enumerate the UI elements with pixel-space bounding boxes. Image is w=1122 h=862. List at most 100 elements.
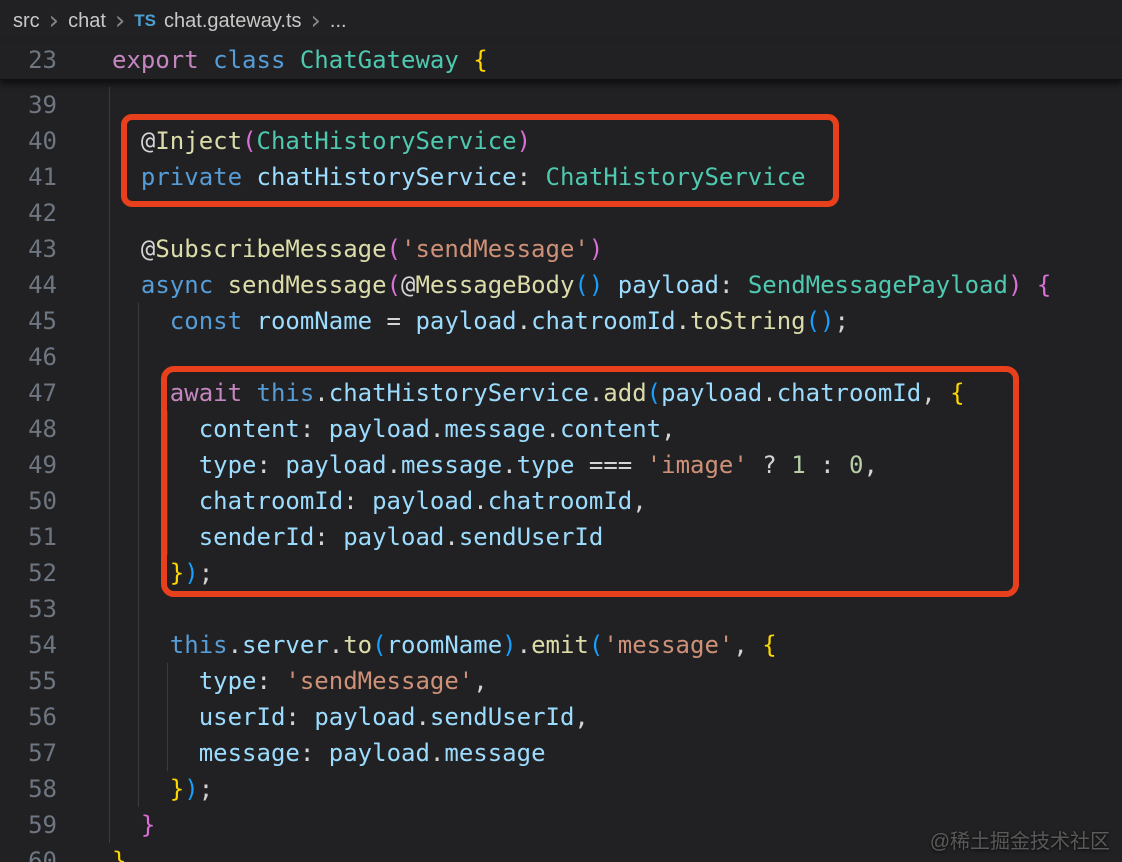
code-token: chatroomId [487, 487, 633, 515]
line-number[interactable]: 39 [0, 91, 57, 119]
code-text[interactable]: type: 'sendMessage', [112, 663, 488, 699]
code-token: async [140, 271, 214, 299]
line-number[interactable]: 49 [0, 451, 57, 479]
code-token: 'image' [646, 451, 748, 479]
code-text[interactable]: private chatHistoryService: ChatHistoryS… [112, 159, 806, 195]
code-token: ( [386, 271, 402, 299]
code-token: : [820, 451, 835, 479]
line-number[interactable]: 40 [0, 127, 57, 155]
code-text[interactable]: chatroomId: payload.chatroomId, [112, 483, 647, 519]
code-text[interactable]: message: payload.message [112, 735, 546, 771]
code-token: : [256, 667, 271, 695]
line-number[interactable]: 56 [0, 703, 57, 731]
code-line: 39 [0, 87, 1122, 123]
typescript-file-icon: TS [134, 11, 157, 30]
code-token: @ [140, 235, 156, 263]
line-number[interactable]: 47 [0, 379, 57, 407]
code-token: . [429, 739, 445, 767]
code-token: await [169, 379, 243, 407]
code-token: . [429, 415, 445, 443]
code-token: ) [1007, 271, 1023, 299]
code-text[interactable]: async sendMessage(@MessageBody() payload… [112, 267, 1051, 303]
code-token: chatroomId [776, 379, 922, 407]
code-token: . [516, 307, 532, 335]
line-number[interactable]: 50 [0, 487, 57, 515]
line-number[interactable]: 42 [0, 199, 57, 227]
code-text[interactable]: content: payload.message.content, [112, 411, 676, 447]
code-line: 56 userId: payload.sendUserId, [0, 699, 1122, 735]
code-token: @ [401, 271, 416, 299]
code-token: . [328, 631, 344, 659]
sticky-line[interactable]: 23 export class ChatGateway { [0, 42, 1122, 78]
line-number[interactable]: 60 [0, 847, 57, 862]
code-text[interactable]: senderId: payload.sendUserId [112, 519, 604, 555]
code-token: , [661, 415, 676, 443]
breadcrumb-item-chat[interactable]: chat [68, 10, 106, 33]
code-text[interactable]: @SubscribeMessage('sendMessage') [112, 231, 603, 267]
line-number[interactable]: 48 [0, 415, 57, 443]
code-token: type [198, 451, 257, 479]
code-token: . [545, 415, 560, 443]
code-token: , [921, 379, 936, 407]
code-text[interactable]: }); [112, 771, 213, 807]
code-line: 52 }); [0, 555, 1122, 591]
line-number[interactable]: 53 [0, 595, 57, 623]
line-number[interactable]: 46 [0, 343, 57, 371]
code-line: 50 chatroomId: payload.chatroomId, [0, 483, 1122, 519]
code-token: userId [198, 703, 286, 731]
line-number[interactable]: 55 [0, 667, 57, 695]
code-line: 49 type: payload.message.type === 'image… [0, 447, 1122, 483]
code-token: } [140, 811, 156, 839]
code-token: , [632, 487, 647, 515]
code-token: roomName [386, 631, 503, 659]
code-token: sendUserId [429, 703, 575, 731]
code-token: () [805, 307, 835, 335]
code-text[interactable]: await this.chatHistoryService.add(payloa… [112, 375, 965, 411]
code-token: ChatHistoryService [545, 163, 806, 191]
line-number[interactable]: 41 [0, 163, 57, 191]
code-token: { [950, 379, 965, 407]
code-token: message [444, 739, 546, 767]
line-number[interactable]: 51 [0, 523, 57, 551]
line-number[interactable]: 52 [0, 559, 57, 587]
code-text[interactable]: type: payload.message.type === 'image' ?… [112, 447, 878, 483]
code-text[interactable]: } [112, 843, 126, 862]
code-text[interactable]: const roomName = payload.chatroomId.toSt… [112, 303, 849, 339]
code-text[interactable]: } [112, 807, 155, 843]
code-token: emit [531, 631, 589, 659]
code-text[interactable]: @Inject(ChatHistoryService) [112, 123, 531, 159]
code-token: , [733, 631, 748, 659]
code-token: payload [372, 487, 474, 515]
line-number[interactable]: 59 [0, 811, 57, 839]
line-number[interactable]: 43 [0, 235, 57, 263]
line-number[interactable]: 23 [0, 46, 57, 74]
code-text[interactable]: export class ChatGateway { [112, 42, 488, 78]
code-token: { [473, 46, 488, 74]
code-token: chatHistoryService [256, 163, 517, 191]
code-text[interactable]: this.server.to(roomName).emit('message',… [112, 627, 777, 663]
code-token: } [169, 775, 185, 803]
code-token: payload [343, 523, 445, 551]
line-number[interactable]: 54 [0, 631, 57, 659]
line-number[interactable]: 57 [0, 739, 57, 767]
breadcrumb-item-filename[interactable]: chat.gateway.ts [164, 10, 301, 33]
line-number[interactable]: 44 [0, 271, 57, 299]
breadcrumb-symbol-ellipsis[interactable]: ... [330, 10, 347, 33]
code-token: , [473, 667, 488, 695]
code-text[interactable]: }); [112, 555, 213, 591]
line-number[interactable]: 45 [0, 307, 57, 335]
code-text[interactable]: userId: payload.sendUserId, [112, 699, 589, 735]
line-number[interactable]: 58 [0, 775, 57, 803]
breadcrumb-item-src[interactable]: src [13, 10, 40, 33]
code-token: : [516, 163, 532, 191]
code-token: add [603, 379, 647, 407]
